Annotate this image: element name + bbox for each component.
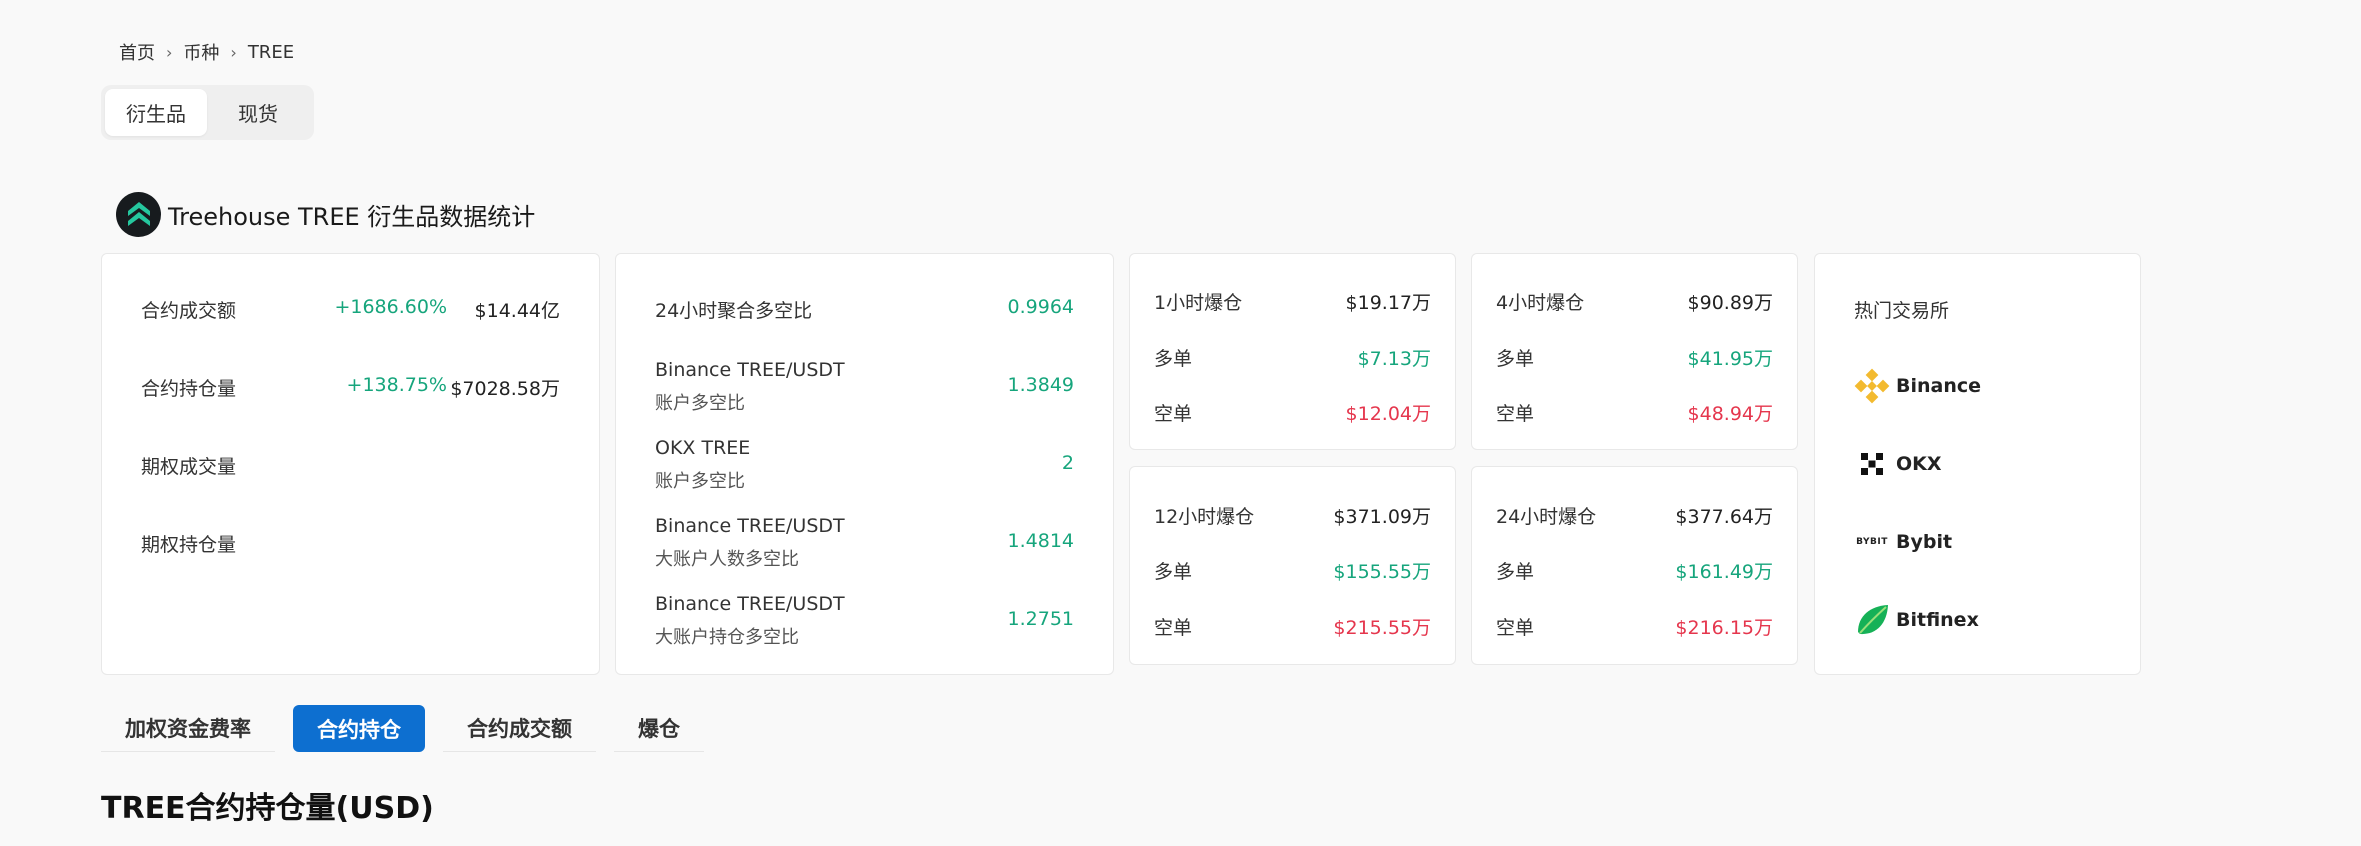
liquidation-total: $19.17万 <box>1345 292 1431 314</box>
breadcrumb-current: TREE <box>247 41 295 63</box>
bybit-icon: BYBIT <box>1854 524 1890 560</box>
binance-top-positions-ratio-label: Binance TREE/USDT 大账户持仓多空比 <box>655 593 845 649</box>
bybit-icon-text: BYBIT <box>1856 537 1888 547</box>
ratio-type: 账户多空比 <box>655 471 745 492</box>
liquidation-1h-card: 1小时爆仓 $19.17万 多单 $7.13万 空单 $12.04万 <box>1129 253 1456 450</box>
ratio-pair: Binance TREE/USDT <box>655 359 845 381</box>
hot-exchanges-title: 热门交易所 <box>1854 300 1950 322</box>
exchange-name: Binance <box>1896 375 1982 397</box>
liquidation-title: 12小时爆仓 <box>1154 506 1255 528</box>
aggregate-ratio-label: 24小时聚合多空比 <box>655 300 813 322</box>
tab-weighted-funding-rate[interactable]: 加权资金费率 <box>101 705 275 752</box>
spot-toggle-option[interactable]: 现货 <box>207 89 309 136</box>
breadcrumb-separator: › <box>230 42 237 62</box>
tab-open-interest[interactable]: 合约持仓 <box>293 705 425 752</box>
liquidation-total: $377.64万 <box>1675 506 1773 528</box>
long-liquidation-value: $41.95万 <box>1687 348 1773 370</box>
exchange-name: Bitfinex <box>1896 609 1979 631</box>
chart-tabs: 加权资金费率 合约持仓 合约成交额 爆仓 <box>101 705 722 752</box>
options-open-interest-label: 期权持仓量 <box>141 534 237 556</box>
liquidation-total: $90.89万 <box>1687 292 1773 314</box>
okx-icon <box>1854 446 1890 482</box>
okx-account-ratio-label: OKX TREE 账户多空比 <box>655 437 750 493</box>
tab-futures-volume[interactable]: 合约成交额 <box>443 705 596 752</box>
bitfinex-icon <box>1854 602 1890 638</box>
aggregate-ratio-value: 0.9964 <box>1007 296 1074 318</box>
short-liquidation-value: $216.15万 <box>1675 617 1773 639</box>
binance-account-ratio-label: Binance TREE/USDT 账户多空比 <box>655 359 845 415</box>
ratio-type: 大账户持仓多空比 <box>655 627 799 648</box>
ratio-pair: Binance TREE/USDT <box>655 593 845 615</box>
market-type-toggle: 衍生品 现货 <box>101 85 314 140</box>
tab-liquidations[interactable]: 爆仓 <box>614 705 704 752</box>
exchange-name: Bybit <box>1896 531 1953 553</box>
short-label: 空单 <box>1496 403 1535 425</box>
liquidation-4h-card: 4小时爆仓 $90.89万 多单 $41.95万 空单 $48.94万 <box>1471 253 1798 450</box>
long-liquidation-value: $155.55万 <box>1333 561 1431 583</box>
long-liquidation-value: $161.49万 <box>1675 561 1773 583</box>
overview-card: 合约成交额 +1686.60% $14.44亿 合约持仓量 +138.75% $… <box>101 253 600 675</box>
exchange-bitfinex-link[interactable]: Bitfinex <box>1854 602 1979 638</box>
long-short-ratio-card: 24小时聚合多空比 0.9964 Binance TREE/USDT 账户多空比… <box>615 253 1114 675</box>
open-interest-change: +138.75% <box>346 374 447 396</box>
options-volume-label: 期权成交量 <box>141 456 237 478</box>
liquidation-total: $371.09万 <box>1333 506 1431 528</box>
long-liquidation-value: $7.13万 <box>1357 348 1431 370</box>
liquidation-title: 1小时爆仓 <box>1154 292 1243 314</box>
futures-volume-change: +1686.60% <box>334 296 447 318</box>
open-interest-value: $7028.58万 <box>450 378 560 400</box>
breadcrumb: 首页 › 币种 › TREE <box>119 39 294 65</box>
liquidation-24h-card: 24小时爆仓 $377.64万 多单 $161.49万 空单 $216.15万 <box>1471 466 1798 665</box>
exchange-okx-link[interactable]: OKX <box>1854 446 1942 482</box>
binance-account-ratio-value: 1.3849 <box>1007 374 1074 396</box>
long-label: 多单 <box>1496 348 1535 370</box>
exchange-name: OKX <box>1896 453 1942 475</box>
section-title: TREE合约持仓量(USD) <box>101 791 434 826</box>
ratio-type: 大账户人数多空比 <box>655 549 799 570</box>
binance-top-positions-ratio-value: 1.2751 <box>1007 608 1074 630</box>
long-label: 多单 <box>1154 348 1193 370</box>
page-title: Treehouse TREE 衍生品数据统计 <box>168 203 536 231</box>
long-label: 多单 <box>1496 561 1535 583</box>
treehouse-logo-icon <box>116 192 161 237</box>
open-interest-label: 合约持仓量 <box>141 378 237 400</box>
binance-top-accounts-ratio-value: 1.4814 <box>1007 530 1074 552</box>
long-label: 多单 <box>1154 561 1193 583</box>
exchange-bybit-link[interactable]: BYBIT Bybit <box>1854 524 1952 560</box>
liquidation-title: 24小时爆仓 <box>1496 506 1597 528</box>
breadcrumb-separator: › <box>166 42 173 62</box>
short-liquidation-value: $12.04万 <box>1345 403 1431 425</box>
futures-volume-label: 合约成交额 <box>141 300 237 322</box>
binance-icon <box>1854 368 1890 404</box>
breadcrumb-home-link[interactable]: 首页 <box>119 39 155 65</box>
binance-top-accounts-ratio-label: Binance TREE/USDT 大账户人数多空比 <box>655 515 845 571</box>
short-label: 空单 <box>1154 403 1193 425</box>
ratio-type: 账户多空比 <box>655 393 745 414</box>
short-liquidation-value: $48.94万 <box>1687 403 1773 425</box>
okx-account-ratio-value: 2 <box>1061 452 1074 474</box>
short-label: 空单 <box>1496 617 1535 639</box>
short-liquidation-value: $215.55万 <box>1333 617 1431 639</box>
liquidation-12h-card: 12小时爆仓 $371.09万 多单 $155.55万 空单 $215.55万 <box>1129 466 1456 665</box>
ratio-pair: OKX TREE <box>655 437 751 459</box>
futures-volume-value: $14.44亿 <box>474 300 560 322</box>
page-header: Treehouse TREE 衍生品数据统计 <box>116 192 535 237</box>
short-label: 空单 <box>1154 617 1193 639</box>
ratio-pair: Binance TREE/USDT <box>655 515 845 537</box>
exchange-binance-link[interactable]: Binance <box>1854 368 1981 404</box>
breadcrumb-coins-link[interactable]: 币种 <box>183 39 219 65</box>
derivatives-toggle-option[interactable]: 衍生品 <box>105 89 207 136</box>
liquidation-title: 4小时爆仓 <box>1496 292 1585 314</box>
